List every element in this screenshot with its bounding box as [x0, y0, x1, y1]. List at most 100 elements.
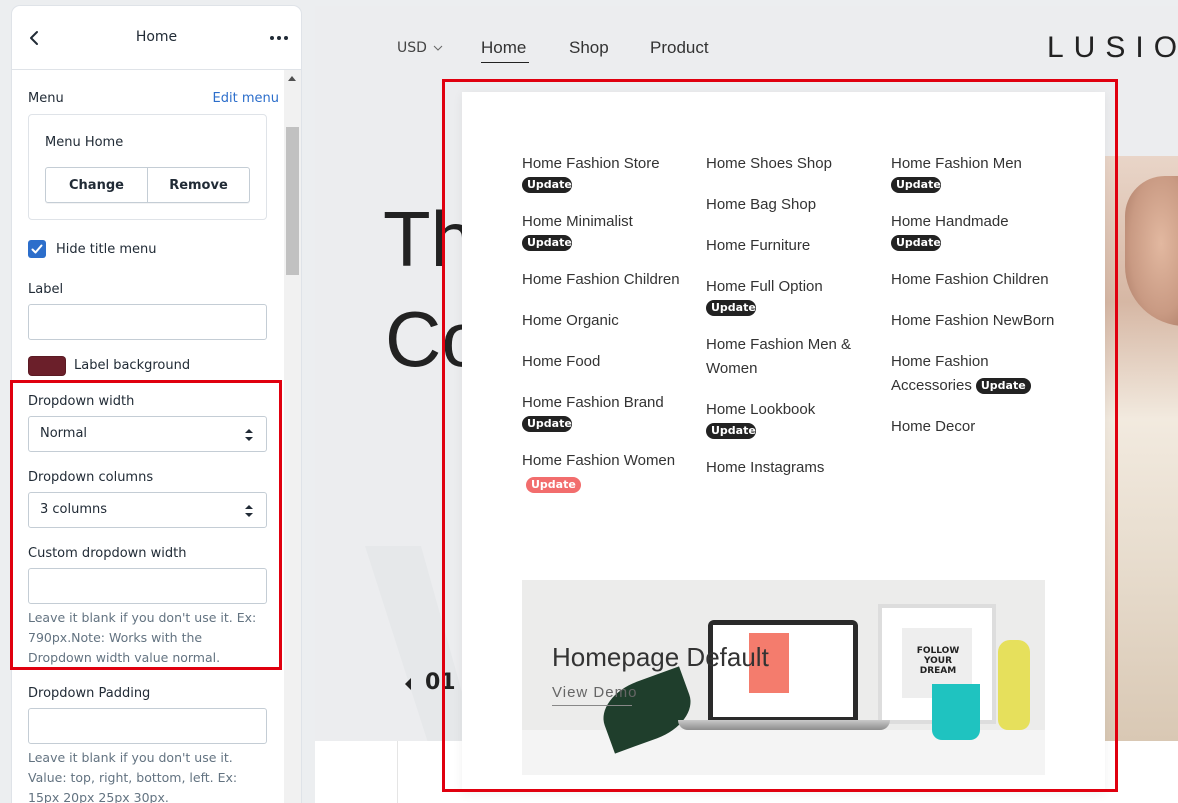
dropdown-width-value: Normal — [40, 426, 88, 441]
dropdown-menu-item[interactable]: Home Fashion Brand Update — [522, 391, 697, 432]
update-badge: Update — [706, 423, 756, 439]
dropdown-menu-item-label: Home Lookbook — [706, 401, 816, 418]
dropdown-columns-label: Dropdown columns — [28, 470, 154, 485]
hero-heading-line1: Th — [383, 195, 475, 283]
dropdown-menu-item[interactable]: Home Fashion Children — [891, 268, 1066, 292]
view-demo-link[interactable]: View Demo — [552, 684, 637, 701]
dropdown-columns-select[interactable]: 3 columns — [28, 492, 267, 528]
dropdown-menu-item[interactable]: Home Full Option Update — [706, 275, 881, 316]
menu-label: Menu — [28, 91, 64, 106]
dropdown-menu-item-label: Home Full Option — [706, 278, 823, 295]
dropdown-menu-item-label: Home Bag Shop — [706, 196, 817, 213]
store-logo[interactable]: LUSION — [1047, 31, 1178, 65]
dropdown-menu-item-label: Home Instagrams — [706, 459, 825, 476]
custom-dropdown-width-help: Leave it blank if you don't use it. Ex: … — [28, 610, 257, 665]
select-arrows-icon — [245, 429, 253, 441]
promo-title: Homepage Default — [552, 642, 769, 672]
dropdown-column-3: Home Fashion Men Update Home Handmade Updat… — [891, 152, 1066, 456]
change-menu-button[interactable]: Change — [46, 168, 147, 202]
currency-value: USD — [397, 40, 427, 56]
dropdown-menu-item[interactable]: Home Food — [522, 350, 697, 374]
store-preview: USD Home Shop Product LUSION Th Co 01 Ho… — [315, 6, 1178, 803]
label-background-label: Label background — [74, 358, 191, 373]
dropdown-menu-item[interactable]: Home Shoes Shop — [706, 152, 881, 176]
nav-product[interactable]: Product — [650, 38, 709, 58]
scroll-thumb[interactable] — [286, 127, 299, 275]
dropdown-menu-item[interactable]: Home Fashion Men Update — [891, 152, 1066, 193]
mug-image — [932, 684, 980, 740]
panel-header: Home — [12, 6, 301, 70]
update-badge: Update — [522, 416, 572, 432]
slider-prev-icon[interactable] — [405, 678, 411, 690]
promo-banner[interactable]: FOLLOW YOUR DREAM Homepage Default View … — [522, 580, 1045, 775]
hide-title-label: Hide title menu — [56, 242, 157, 257]
dropdown-menu-item-label: Home Fashion NewBorn — [891, 312, 1055, 329]
dropdown-menu-item-label: Home Organic — [522, 312, 619, 329]
currency-selector[interactable]: USD — [397, 40, 443, 56]
dropdown-menu-item[interactable]: Home Instagrams — [706, 456, 881, 480]
dropdown-menu-item[interactable]: Home Bag Shop — [706, 193, 881, 217]
dropdown-menu-item-label: Home Fashion Accessories — [891, 353, 989, 394]
dropdown-menu-item[interactable]: Home Lookbook Update — [706, 398, 881, 439]
edit-menu-link[interactable]: Edit menu — [213, 91, 279, 106]
checkmark-icon — [31, 244, 43, 254]
dropdown-padding-input[interactable] — [28, 708, 267, 744]
dropdown-menu-item[interactable]: Home Fashion Men & Women — [706, 333, 881, 381]
dropdown-menu-item[interactable]: Home Fashion Store Update — [522, 152, 697, 193]
dropdown-width-select[interactable]: Normal — [28, 416, 267, 452]
dropdown-menu-item-label: Home Furniture — [706, 237, 811, 254]
dropdown-menu-item-label: Home Shoes Shop — [706, 155, 832, 172]
remove-menu-button[interactable]: Remove — [147, 168, 249, 202]
more-options-icon[interactable] — [269, 30, 289, 46]
dropdown-menu-item[interactable]: Home Fashion NewBorn — [891, 309, 1066, 333]
dropdown-menu-item[interactable]: Home Fashion Accessories Update — [891, 350, 1066, 398]
dropdown-padding-help: Leave it blank if you don't use it. Valu… — [28, 750, 238, 803]
dropdown-menu-item[interactable]: Home Organic — [522, 309, 697, 333]
nav-shop[interactable]: Shop — [569, 38, 609, 58]
dropdown-menu-item[interactable]: Home Fashion Children — [522, 268, 697, 292]
update-badge: Update — [891, 235, 941, 251]
menu-button-group: Change Remove — [45, 167, 250, 203]
dropdown-menu-item[interactable]: Home Minimalist Update — [522, 210, 697, 251]
menu-name: Menu Home — [45, 135, 124, 150]
dropdown-menu-item-label: Home Handmade — [891, 213, 1009, 230]
dropdown-menu-item-label: Home Fashion Brand — [522, 394, 664, 411]
update-badge: Update — [891, 177, 941, 193]
dropdown-column-2: Home Shoes Shop Home Bag Shop Home Furnitu… — [706, 152, 881, 497]
dropdown-menu-item[interactable]: Home Decor — [891, 415, 1066, 439]
dropdown-menu-item[interactable]: Home Fashion Women Update — [522, 449, 697, 497]
mega-menu-dropdown: Home Fashion Store Update Home Minimalist U… — [462, 92, 1105, 792]
custom-dropdown-width-input[interactable] — [28, 568, 267, 604]
label-input[interactable] — [28, 304, 267, 340]
divider — [397, 741, 398, 803]
scroll-up-arrow-icon[interactable] — [288, 76, 296, 81]
dropdown-menu-item-label: Home Fashion Children — [522, 271, 680, 288]
nav-home[interactable]: Home — [481, 38, 526, 58]
dropdown-menu-item-label: Home Fashion Men — [891, 155, 1022, 172]
dropdown-padding-label: Dropdown Padding — [28, 686, 151, 701]
update-badge: Update — [706, 300, 756, 316]
dropdown-columns-value: 3 columns — [40, 502, 108, 517]
custom-dropdown-width-label: Custom dropdown width — [28, 546, 187, 561]
dropdown-menu-item-label: Home Fashion Men & Women — [706, 336, 852, 377]
view-demo-underline — [552, 705, 632, 706]
menu-card: Menu Home Change Remove — [28, 114, 267, 220]
vase-image — [998, 640, 1030, 730]
panel-body: Menu Edit menu Menu Home Change Remove H… — [12, 70, 284, 803]
dropdown-menu-item-label: Home Fashion Women — [522, 452, 676, 469]
dropdown-menu-item[interactable]: Home Handmade Update — [891, 210, 1066, 251]
dropdown-menu-item-label: Home Fashion Store — [522, 155, 660, 172]
panel-scrollbar[interactable] — [284, 70, 301, 803]
update-badge: Update — [526, 477, 581, 493]
dropdown-menu-item[interactable]: Home Furniture — [706, 234, 881, 258]
dropdown-column-1: Home Fashion Store Update Home Minimalist U… — [522, 152, 697, 514]
select-arrows-icon — [245, 505, 253, 517]
frame-text: FOLLOW YOUR DREAM — [916, 646, 960, 676]
update-badge: Update — [975, 378, 1031, 394]
chevron-down-icon — [434, 45, 443, 51]
label-background-swatch[interactable] — [28, 356, 66, 376]
theme-settings-panel: Home Menu Edit menu Menu Home Change Rem… — [12, 6, 301, 803]
hide-title-checkbox[interactable] — [28, 240, 46, 258]
dropdown-menu-item-label: Home Food — [522, 353, 601, 370]
store-header: USD Home Shop Product LUSION — [315, 6, 1178, 86]
